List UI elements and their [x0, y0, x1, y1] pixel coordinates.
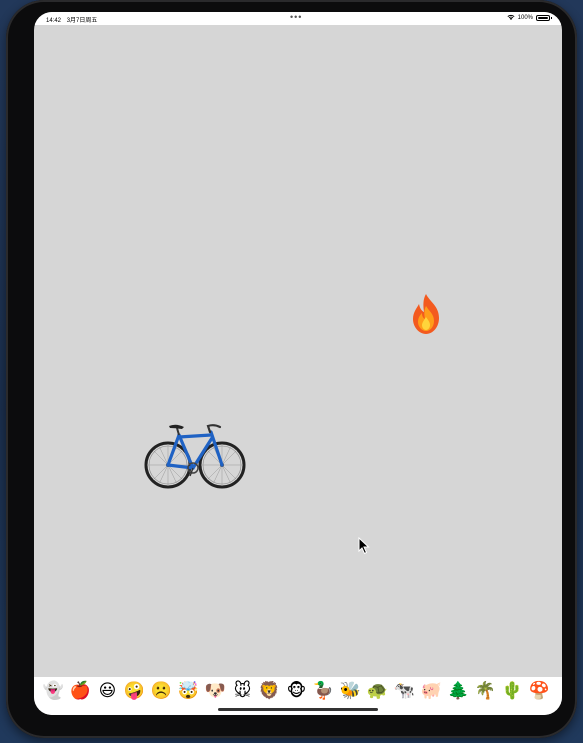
emoji-tray-item-dog[interactable]: 🐶	[202, 680, 229, 702]
emoji-tray-item-exploding-head[interactable]: 🤯	[175, 680, 202, 702]
ipad-device-frame: 14:42 3月7日周五 ••• 100% 👻 🍎 😃 🤪 ☹️ 🤯 🐶 🐭 🦁…	[6, 0, 577, 738]
emoji-tray-item-mouse[interactable]: 🐭	[229, 680, 256, 702]
home-indicator[interactable]	[218, 708, 378, 711]
bicycle-seat-post	[176, 427, 180, 436]
status-bar: 14:42 3月7日周五 ••• 100%	[34, 12, 562, 25]
ipad-screen: 14:42 3月7日周五 ••• 100% 👻 🍎 😃 🤪 ☹️ 🤯 🐶 🐭 🦁…	[34, 12, 562, 715]
battery-fill	[538, 16, 548, 19]
bicycle-handlebar	[206, 424, 222, 434]
emoji-tray-item-turtle[interactable]: 🐢	[364, 680, 391, 702]
mouse-pointer-icon	[358, 537, 370, 555]
emoji-tray: 👻 🍎 😃 🤪 ☹️ 🤯 🐶 🐭 🦁 🐵 🦆 🐝 🐢 🐄 🐖 🌲 🌴 🌵 🍄	[34, 677, 562, 715]
wifi-icon	[507, 14, 515, 20]
battery-percent: 100%	[517, 14, 533, 21]
emoji-tray-item-bee[interactable]: 🐝	[337, 680, 364, 702]
multitasking-dots-icon[interactable]: •••	[290, 12, 302, 22]
battery-icon	[536, 14, 552, 21]
emoji-tray-item-monkey[interactable]: 🐵	[283, 680, 310, 702]
status-time-date: 14:42 3月7日周五	[46, 15, 101, 24]
emoji-tray-item-duck[interactable]: 🦆	[310, 680, 337, 702]
emoji-tray-item-smiley[interactable]: 😃	[94, 680, 121, 702]
sticker-canvas[interactable]	[34, 25, 562, 677]
emoji-tray-item-palm-tree[interactable]: 🌴	[472, 680, 499, 702]
emoji-tray-item-lion[interactable]: 🦁	[256, 680, 283, 702]
emoji-tray-item-ghost[interactable]: 👻	[40, 680, 67, 702]
emoji-tray-item-zany-face[interactable]: 🤪	[121, 680, 148, 702]
bicycle-sticker[interactable]	[144, 418, 246, 490]
bicycle-frame	[166, 430, 224, 470]
status-date: 3月7日周五	[66, 18, 98, 24]
emoji-tray-item-mushroom[interactable]: 🍄	[526, 680, 553, 702]
emoji-tray-item-frowning-face[interactable]: ☹️	[148, 680, 175, 702]
emoji-tray-items: 👻 🍎 😃 🤪 ☹️ 🤯 🐶 🐭 🦁 🐵 🦆 🐝 🐢 🐄 🐖 🌲 🌴 🌵 🍄	[40, 680, 553, 702]
emoji-tray-item-cactus[interactable]: 🌵	[499, 680, 526, 702]
status-time: 14:42	[46, 18, 62, 24]
fire-sticker[interactable]	[404, 292, 448, 336]
emoji-tray-item-pig[interactable]: 🐖	[418, 680, 445, 702]
status-indicators: 100%	[507, 14, 552, 21]
emoji-tray-item-cow[interactable]: 🐄	[391, 680, 418, 702]
emoji-tray-item-apple[interactable]: 🍎	[67, 680, 94, 702]
emoji-tray-item-evergreen-tree[interactable]: 🌲	[445, 680, 472, 702]
